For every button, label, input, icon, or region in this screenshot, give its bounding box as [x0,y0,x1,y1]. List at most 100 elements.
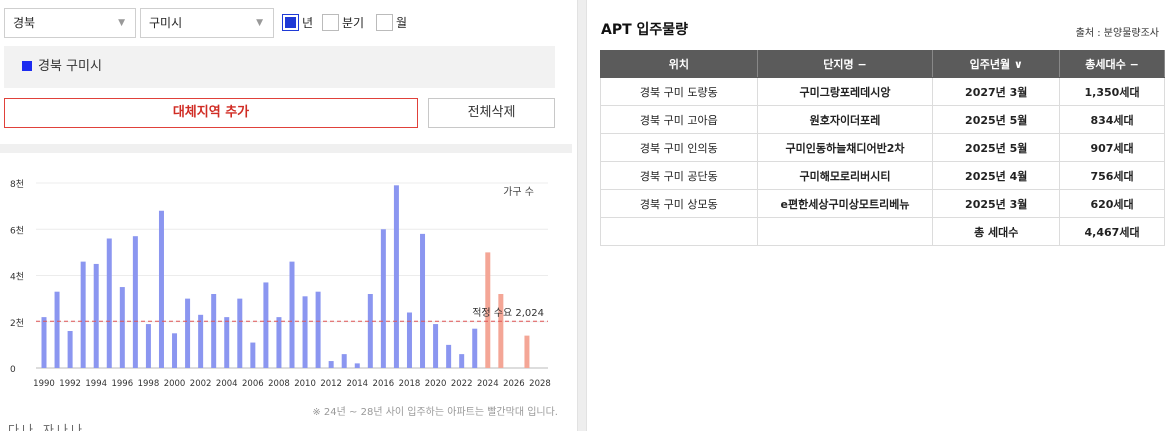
bar [354,363,360,368]
bar [459,354,465,368]
bar [263,282,269,368]
table-row: 경북 구미 공단동 구미해모로리버시티 2025년 4월 756세대 [600,161,1165,190]
period-month-checkbox[interactable]: 월 [376,14,407,32]
x-tick-label: 2008 [268,379,290,389]
checkbox-icon [376,14,393,31]
cell-location: 경북 구미 인의동 [600,133,758,162]
cell-units: 620세대 [1059,189,1165,218]
bar [498,294,504,368]
chevron-down-icon: ▼ [118,18,125,28]
bar [472,328,478,368]
legend-label: 가구 수 [503,186,534,198]
apt-supply-source: 출처 : 분양물량조사 [1075,28,1159,39]
cell-complex[interactable]: 구미인동하늘채디어반2차 [756,133,934,162]
x-tick-label: 2004 [216,379,238,389]
x-tick-label: 2006 [242,379,264,389]
y-tick-label: 6천 [10,225,24,236]
checkbox-checked-icon [282,14,299,31]
cell-movein: 2025년 5월 [932,105,1061,134]
total-value: 4,467세대 [1059,217,1165,246]
col-movein-header[interactable]: 입주년월 ∨ [932,50,1061,78]
x-tick-label: 1996 [111,379,133,389]
region-color-swatch-icon [22,60,32,71]
cell-units: 834세대 [1059,105,1165,134]
bar [446,344,452,368]
x-tick-label: 1990 [33,379,55,389]
province-select[interactable]: 경북 ▼ [4,8,136,38]
table-row: 경북 구미 도량동 구미그랑포레데시앙 2027년 3월 1,350세대 [600,77,1165,106]
bar [211,294,217,368]
cell-location: 경북 구미 공단동 [600,161,758,190]
cell-units: 1,350세대 [1059,77,1165,106]
x-tick-label: 2022 [451,379,473,389]
period-quarter-label: 분기 [342,16,365,30]
period-year-label: 년 [302,16,314,30]
cell-complex[interactable]: 구미해모로리버시티 [756,161,934,190]
cell-empty [600,217,758,246]
chevron-down-icon: ▼ [256,18,263,28]
cell-movein: 2027년 3월 [932,77,1061,106]
col-units-header[interactable]: 총세대수 − [1059,50,1165,78]
bar [67,331,73,368]
bar [380,229,386,368]
add-region-button[interactable]: 대체지역 추가 [4,98,418,128]
cell-complex[interactable]: 원호자이더포레 [756,105,934,134]
supply-bar-chart: 0 2천 4천 6천 8천적정 수요 2,024 가구 수 1990 1992 1994 1996… [10,179,551,389]
bar [132,236,138,368]
x-tick-label: 2010 [294,379,316,389]
x-tick-label: 2000 [164,379,186,389]
right-panel: APT 입주물량 출처 : 분양물량조사 위치 단지명 − 입주년월 ∨ 총세대… [587,0,1169,431]
cell-movein: 2025년 5월 [932,133,1061,162]
x-tick-label: 2028 [529,379,551,389]
bar [80,261,86,368]
period-quarter-checkbox[interactable]: 분기 [322,14,364,32]
bar [54,291,60,368]
bar [185,298,191,368]
period-month-label: 월 [396,16,408,30]
bar [289,261,295,368]
bar [315,291,321,368]
x-tick-label: 1994 [85,379,107,389]
x-tick-label: 1992 [59,379,81,389]
table-row: 경북 구미 고아읍 원호자이더포레 2025년 5월 834세대 [600,105,1165,134]
bar [276,317,282,368]
table-header-row: 위치 단지명 − 입주년월 ∨ 총세대수 − [600,50,1165,78]
col-complex-header[interactable]: 단지명 − [756,50,934,78]
bar [302,296,308,368]
reference-line-label: 적정 수요 2,024 [472,307,544,319]
bar [393,185,399,368]
page-root: 경북 ▼ 구미시 ▼ 년 분기 월 경북 구미시 대체지역 추가 전체삭제 0 2… [0,0,1169,431]
cell-units: 756세대 [1059,161,1165,190]
bar [524,335,530,368]
table-row: 경북 구미 상모동 e편한세상구미상모트리베뉴 2025년 3월 620세대 [600,189,1165,218]
cell-location: 경북 구미 상모동 [600,189,758,218]
x-tick-label: 2024 [477,379,499,389]
table-row: 경북 구미 인의동 구미인동하늘채디어반2차 2025년 5월 907세대 [600,133,1165,162]
checkbox-icon [322,14,339,31]
chart-note: ※ 24년 ~ 28년 사이 입주하는 아파트는 빨간막대 입니다. [312,407,558,418]
panel-splitter[interactable] [577,0,587,431]
cell-movein: 2025년 4월 [932,161,1061,190]
bar [172,333,178,368]
bar [224,317,230,368]
apt-supply-table: 위치 단지명 − 입주년월 ∨ 총세대수 − 경북 구미 도량동 구미그랑포레데… [600,50,1165,246]
cutoff-text: 다나 자나나 [8,423,86,431]
cell-movein: 2025년 3월 [932,189,1061,218]
period-year-checkbox[interactable]: 년 [282,14,313,32]
x-tick-label: 2012 [320,379,342,389]
clear-all-button[interactable]: 전체삭제 [428,98,555,128]
city-select-value: 구미시 [149,16,183,30]
x-tick-label: 2026 [503,379,525,389]
bar [341,354,347,368]
selected-region-label: 경북 구미시 [38,59,102,74]
city-select[interactable]: 구미시 ▼ [140,8,274,38]
bar [250,342,256,368]
bar [106,238,112,368]
bar [237,298,243,368]
bar [41,317,47,368]
cell-complex[interactable]: e편한세상구미상모트리베뉴 [756,189,934,218]
col-location-header[interactable]: 위치 [600,50,758,78]
cell-complex[interactable]: 구미그랑포레데시앙 [756,77,934,106]
x-tick-label: 1998 [138,379,160,389]
section-divider [0,144,572,153]
